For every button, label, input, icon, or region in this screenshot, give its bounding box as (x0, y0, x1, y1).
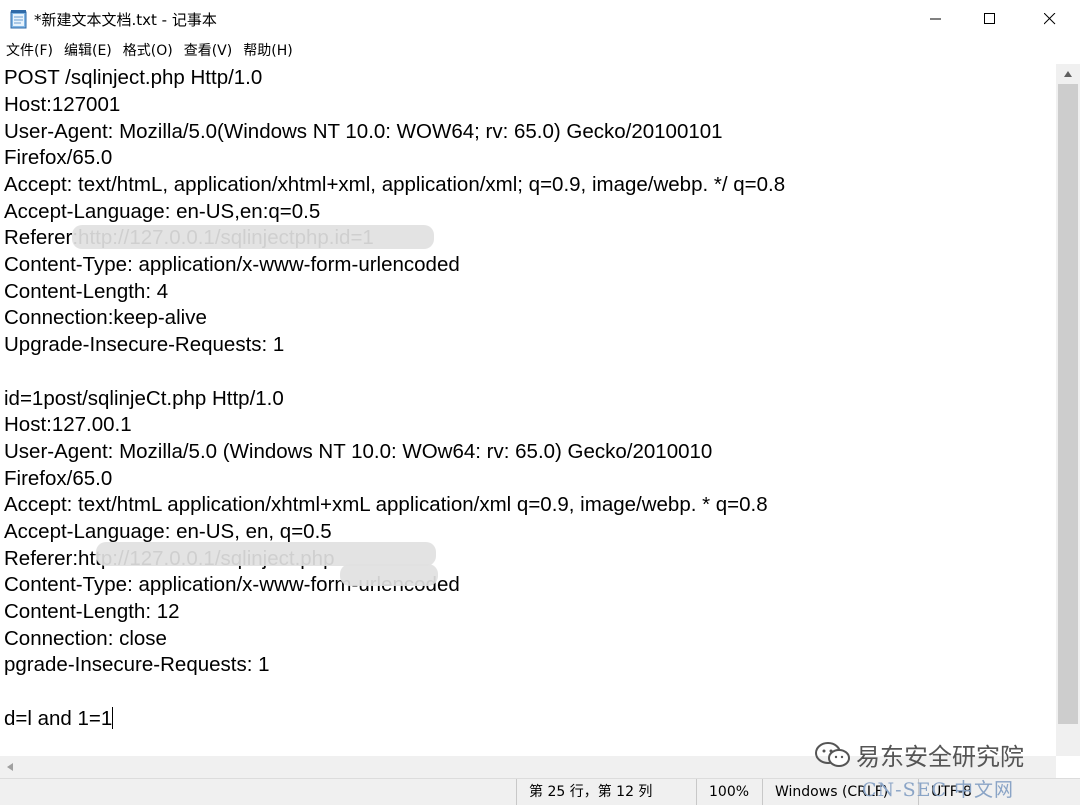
watermark-brand-text: 易东安全研究院 (856, 743, 1024, 771)
notepad-icon (10, 10, 27, 29)
maximize-button[interactable] (962, 0, 1018, 38)
editor-line: d=l and 1=1 (4, 707, 113, 730)
editor-line: POST /sqlinject.php Http/1.0 (4, 66, 263, 89)
menu-format[interactable]: 格式(O) (118, 38, 178, 64)
menu-file[interactable]: 文件(F) (1, 38, 58, 64)
close-icon (1044, 13, 1056, 25)
vertical-scrollbar[interactable] (1056, 64, 1080, 756)
editor-line: Accept: text/htmL, application/xhtml+xml… (4, 173, 786, 196)
editor-line: Upgrade-Insecure-Requests: 1 (4, 333, 285, 356)
menu-view[interactable]: 查看(V) (179, 38, 238, 64)
scrollbar-thumb[interactable] (1058, 84, 1078, 724)
editor-line: Content-Length: 12 (4, 600, 180, 623)
scroll-left-icon[interactable] (6, 762, 14, 772)
watermark-site: CN-SEC 中文网 (862, 779, 1015, 801)
editor-line: Host:127001 (4, 93, 121, 116)
maximize-icon (984, 13, 995, 24)
editor-line: id=1post/sqlinjeCt.php Http/1.0 (4, 387, 284, 410)
minimize-icon (930, 18, 941, 20)
scroll-up-icon[interactable] (1063, 70, 1073, 78)
editor-line: Connection: close (4, 627, 167, 650)
close-button[interactable] (1022, 0, 1078, 38)
menu-bar: 文件(F) 编辑(E) 格式(O) 查看(V) 帮助(H) (0, 38, 1080, 64)
editor-line: Connection:keep-alive (4, 306, 207, 329)
editor-line-current: d=l and 1=1 (4, 705, 114, 732)
wechat-icon (815, 741, 850, 767)
editor-line: User-Agent: Mozilla/5.0(Windows NT 10.0:… (4, 120, 723, 143)
redaction-blur (340, 564, 438, 586)
editor-line: Accept-Language: en-US,en:q=0.5 (4, 200, 321, 223)
editor-line: Firefox/65.0 (4, 146, 113, 169)
editor-line: Content-Length: 4 (4, 280, 169, 303)
editor-line: Content-Type: application/x-www-form-url… (4, 253, 460, 276)
editor-line: Accept: text/htmL application/xhtml+xmL … (4, 493, 768, 516)
editor-line: Firefox/65.0 (4, 467, 113, 490)
zoom-level: 100% (696, 779, 761, 805)
editor-line: Host:127.00.1 (4, 413, 132, 436)
cursor-position: 第 25 行，第 12 列 (516, 779, 699, 805)
editor-line: pgrade-Insecure-Requests: 1 (4, 653, 270, 676)
watermark-brand: 易东安全研究院 (814, 737, 1024, 772)
redaction-blur (96, 542, 436, 566)
text-caret (112, 707, 114, 729)
window-title: *新建文本文档.txt - 记事本 (34, 11, 217, 29)
editor-line: User-Agent: Mozilla/5.0 (Windows NT 10.0… (4, 440, 713, 463)
text-editor[interactable]: POST /sqlinject.php Http/1.0 Host:127001… (0, 64, 1056, 756)
minimize-button[interactable] (908, 0, 964, 38)
menu-edit[interactable]: 编辑(E) (59, 38, 117, 64)
redaction-blur (72, 225, 434, 249)
menu-help[interactable]: 帮助(H) (238, 38, 297, 64)
title-bar: *新建文本文档.txt - 记事本 (0, 0, 1080, 38)
editor-line: Accept-Language: en-US, en, q=0.5 (4, 520, 332, 543)
